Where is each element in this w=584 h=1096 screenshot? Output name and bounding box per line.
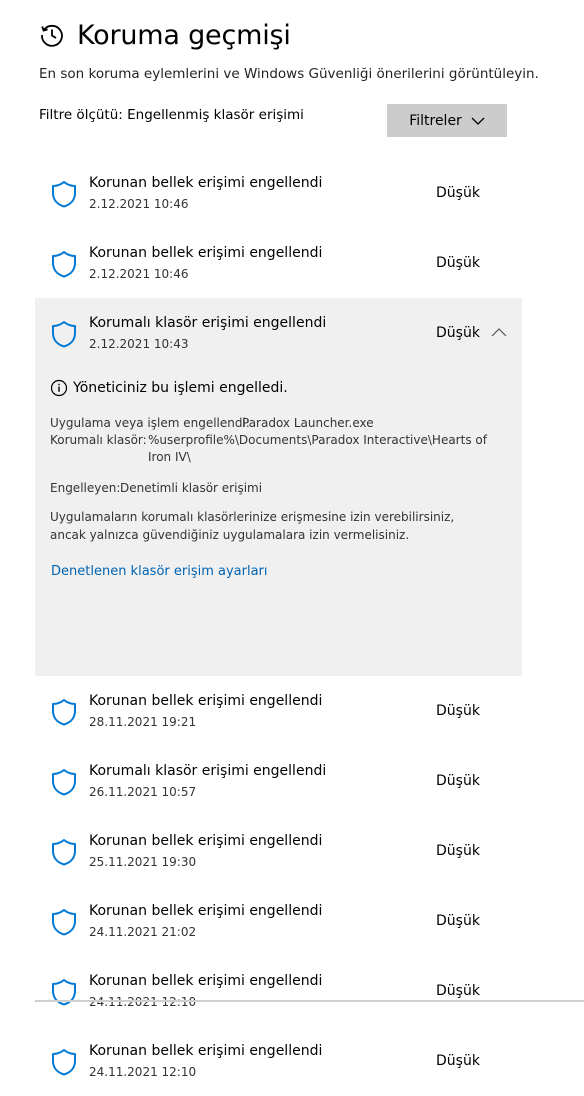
shield-icon xyxy=(52,699,76,726)
blocked-by-value: Denetimli klasör erişimi xyxy=(120,481,263,495)
item-severity: Düşük xyxy=(436,983,480,999)
item-date: 24.11.2021 12:10 xyxy=(89,1065,197,1079)
history-item[interactable]: Korunan bellek erişimi engellendi 2.12.2… xyxy=(35,228,522,298)
filter-label: Filtre ölçütü: Engellenmiş klasör erişim… xyxy=(39,107,304,123)
shield-icon xyxy=(52,769,76,796)
history-clock-icon xyxy=(41,24,63,47)
protected-folder-value: %userprofile%\Documents\Paradox Interact… xyxy=(148,433,487,464)
item-date: 26.11.2021 10:57 xyxy=(89,785,197,799)
app-blocked-value: Paradox Launcher.exe xyxy=(242,416,374,430)
history-item-expanded[interactable]: Korumalı klasör erişimi engellendi 2.12.… xyxy=(35,298,522,676)
item-severity: Düşük xyxy=(436,255,480,271)
history-item[interactable]: Korunan bellek erişimi engellendi 24.11.… xyxy=(35,886,522,956)
item-title: Korumalı klasör erişimi engellendi xyxy=(89,763,327,779)
description-text: Uygulamaların korumalı klasörlerinize er… xyxy=(50,510,455,542)
info-message: Yöneticiniz bu işlemi engelledi. xyxy=(50,379,288,397)
item-severity: Düşük xyxy=(436,185,480,201)
item-title: Korunan bellek erişimi engellendi xyxy=(89,903,323,919)
shield-icon xyxy=(52,839,76,866)
page-title: Koruma geçmişi xyxy=(77,19,291,51)
blocked-by-label: Engelleyen: xyxy=(50,481,121,495)
info-icon xyxy=(50,379,68,397)
filters-button[interactable]: Filtreler xyxy=(387,104,507,137)
item-severity: Düşük xyxy=(436,325,480,341)
item-date: 2.12.2021 10:43 xyxy=(89,337,189,351)
item-title: Korunan bellek erişimi engellendi xyxy=(89,693,323,709)
item-date: 2.12.2021 10:46 xyxy=(89,267,189,281)
item-title: Korumalı klasör erişimi engellendi xyxy=(89,315,327,331)
shield-icon xyxy=(52,321,76,348)
item-title: Korunan bellek erişimi engellendi xyxy=(89,245,323,261)
page-header: Koruma geçmişi xyxy=(39,16,291,54)
item-severity: Düşük xyxy=(436,1053,480,1069)
history-item[interactable]: Korunan bellek erişimi engellendi 24.11.… xyxy=(35,1026,522,1096)
history-item[interactable]: Korunan bellek erişimi engellendi 24.11.… xyxy=(35,956,522,1026)
item-title: Korunan bellek erişimi engellendi xyxy=(89,833,323,849)
item-date: 24.11.2021 12:10 xyxy=(89,995,197,1009)
history-item[interactable]: Korumalı klasör erişimi engellendi 26.11… xyxy=(35,746,522,816)
chevron-up-icon[interactable] xyxy=(491,328,507,337)
history-item[interactable]: Korunan bellek erişimi engellendi 25.11.… xyxy=(35,816,522,886)
item-title: Korunan bellek erişimi engellendi xyxy=(89,973,323,989)
protected-folder-label: Korumalı klasör: xyxy=(50,433,147,447)
shield-icon xyxy=(52,909,76,936)
item-title: Korunan bellek erişimi engellendi xyxy=(89,175,323,191)
shield-icon xyxy=(52,1049,76,1076)
item-date: 25.11.2021 19:30 xyxy=(89,855,197,869)
chevron-down-icon xyxy=(471,117,485,125)
page-subtitle: En son koruma eylemlerini ve Windows Güv… xyxy=(39,66,539,82)
item-date: 24.11.2021 21:02 xyxy=(89,925,197,939)
shield-icon xyxy=(52,251,76,278)
filters-button-label: Filtreler xyxy=(409,112,462,129)
item-date: 2.12.2021 10:46 xyxy=(89,197,189,211)
controlled-folder-access-settings-link[interactable]: Denetlenen klasör erişim ayarları xyxy=(51,564,268,579)
item-severity: Düşük xyxy=(436,913,480,929)
history-item[interactable]: Korunan bellek erişimi engellendi 28.11.… xyxy=(35,676,522,746)
info-text: Yöneticiniz bu işlemi engelledi. xyxy=(73,380,288,396)
item-title: Korunan bellek erişimi engellendi xyxy=(89,1043,323,1059)
protection-history-list: Korunan bellek erişimi engellendi 2.12.2… xyxy=(35,158,522,1096)
app-blocked-label: Uygulama veya işlem engellendi: xyxy=(50,416,250,430)
item-date: 28.11.2021 19:21 xyxy=(89,715,197,729)
history-item[interactable]: Korunan bellek erişimi engellendi 2.12.2… xyxy=(35,158,522,228)
shield-icon xyxy=(52,181,76,208)
item-severity: Düşük xyxy=(436,843,480,859)
item-severity: Düşük xyxy=(436,773,480,789)
item-severity: Düşük xyxy=(436,703,480,719)
